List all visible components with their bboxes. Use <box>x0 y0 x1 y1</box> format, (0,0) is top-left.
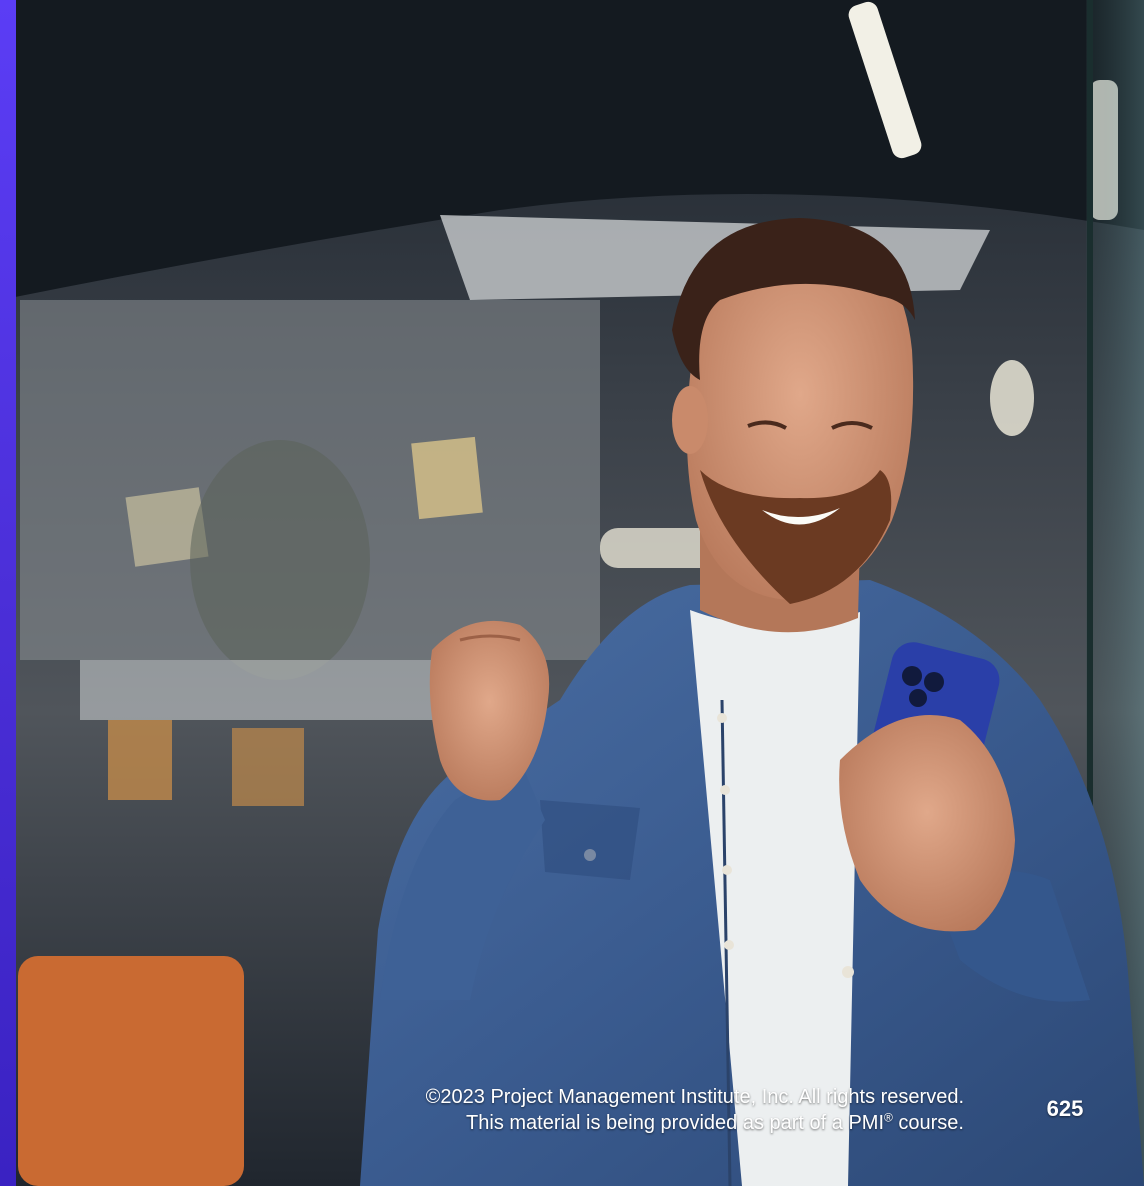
copyright-footer: ©2023 Project Management Institute, Inc.… <box>300 1084 964 1136</box>
copyright-line: ©2023 Project Management Institute, Inc.… <box>425 1086 964 1108</box>
course-suffix: course. <box>892 1112 964 1134</box>
slide: ©2023 Project Management Institute, Inc.… <box>0 0 1144 1186</box>
course-line: This material is being provided as part … <box>300 1110 964 1136</box>
photo <box>0 0 1144 1186</box>
page-number: 625 <box>1046 1096 1084 1121</box>
accent-bar <box>0 0 16 1186</box>
registered-mark: ® <box>884 1110 893 1125</box>
course-text: This material is being provided as part … <box>466 1112 884 1134</box>
